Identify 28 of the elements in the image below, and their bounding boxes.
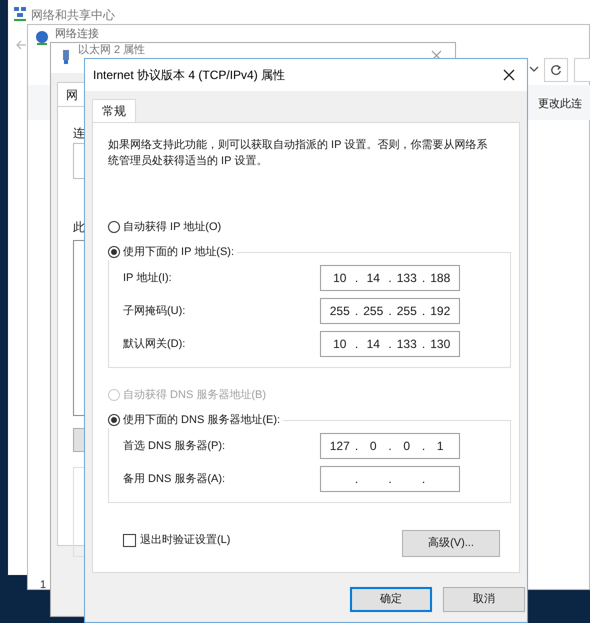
radio-label: 使用下面的 DNS 服务器地址(E):: [123, 412, 280, 428]
tab[interactable]: 常规: [92, 99, 136, 123]
checkbox-label: 退出时验证设置(L): [140, 533, 230, 548]
ip-address-field[interactable]: . . .: [320, 466, 460, 492]
ip-address-field[interactable]: 10 . 14 . 133 . 188: [320, 265, 460, 291]
field-label: 子网掩码(U):: [123, 304, 186, 319]
advanced-button[interactable]: 高级(V)...: [402, 530, 500, 557]
window-title: 网络和共享中心: [31, 7, 115, 24]
radio-label: 使用下面的 IP 地址(S):: [123, 244, 234, 260]
field-label: 首选 DNS 服务器(P):: [123, 438, 226, 454]
window-title: 网络连接: [55, 28, 99, 41]
ip-address-field[interactable]: 127 . 0 . 0 . 1: [320, 433, 460, 459]
radio-label: 自动获得 IP 地址(O): [123, 220, 222, 235]
radio-label: 自动获得 DNS 服务器地址(B): [123, 388, 266, 403]
section-label: 此: [73, 219, 85, 236]
window-title: 以太网 2 属性: [78, 44, 146, 57]
ip-address-field[interactable]: 10 . 14 . 133 . 130: [320, 331, 460, 357]
description-text: 如果网络支持此功能，则可以获取自动指派的 IP 设置。否则，你需要从网络系统管理员处获得适当的 IP 设置。: [108, 138, 488, 169]
toolbar-link[interactable]: 更改此连: [538, 96, 582, 112]
ip-address-field[interactable]: 255 . 255 . 255 . 192: [320, 298, 460, 324]
field-label: IP 地址(I):: [123, 270, 172, 286]
dialog-button[interactable]: 取消: [443, 587, 525, 612]
dialog-title: Internet 协议版本 4 (TCP/IPv4) 属性: [93, 67, 286, 84]
field-label: 备用 DNS 服务器(A):: [123, 472, 226, 487]
status-text: 1: [40, 578, 46, 593]
field-label: 默认网关(D):: [123, 336, 186, 352]
dialog-button[interactable]: 确定: [350, 587, 432, 612]
section-label: 连: [73, 125, 85, 142]
